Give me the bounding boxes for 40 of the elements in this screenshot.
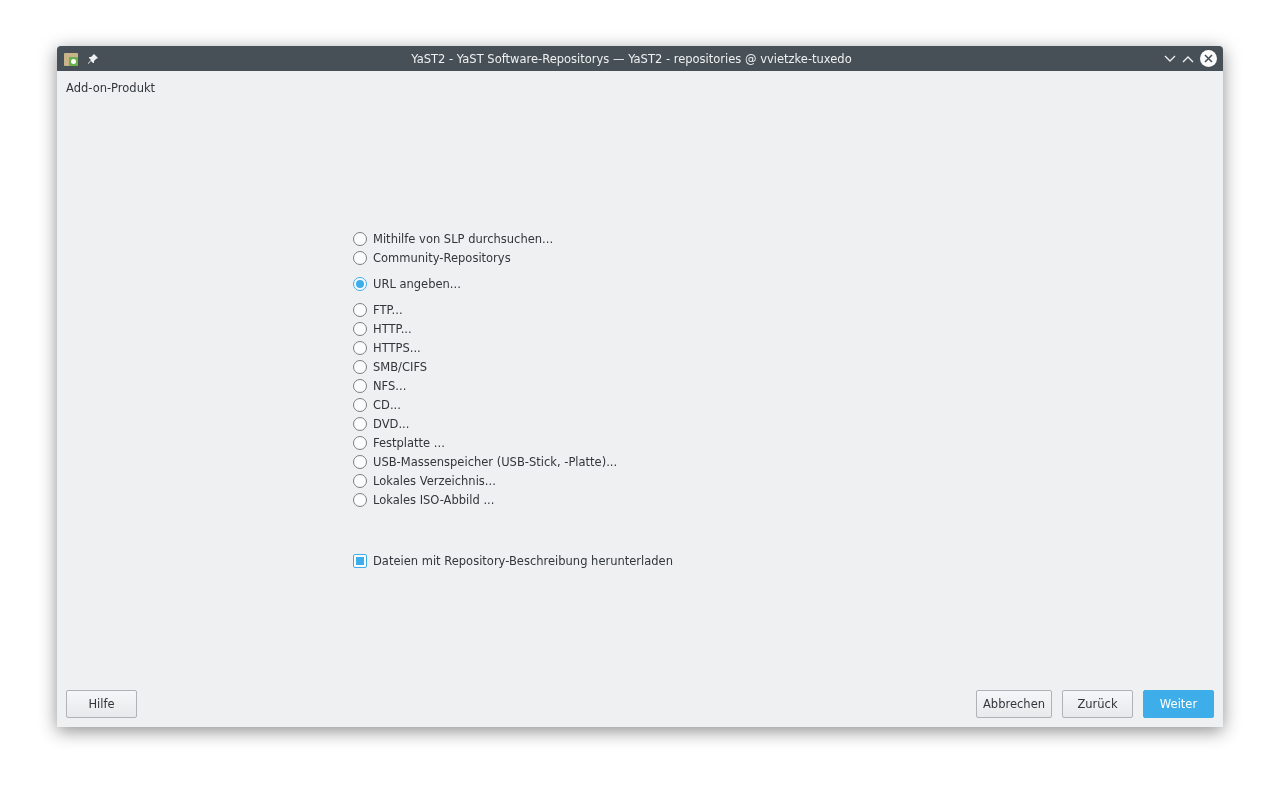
radio-button[interactable] [353, 454, 367, 469]
radio-label[interactable]: Festplatte ... [373, 435, 445, 450]
dialog-button[interactable]: Abbrechen [976, 690, 1052, 718]
radio-label[interactable]: CD... [373, 397, 401, 412]
radio-label[interactable]: HTTPS... [373, 340, 421, 355]
radio-label[interactable]: NFS... [373, 378, 407, 393]
radio-button[interactable] [353, 397, 367, 412]
radio-label[interactable]: FTP... [373, 302, 403, 317]
close-icon[interactable] [1200, 50, 1217, 67]
radio-button[interactable] [353, 276, 367, 291]
radio-button[interactable] [353, 302, 367, 317]
radio-label[interactable]: DVD... [373, 416, 410, 431]
checkbox[interactable] [353, 553, 367, 568]
radio-label[interactable]: HTTP... [373, 321, 412, 336]
radio-button[interactable] [353, 321, 367, 336]
radio-button[interactable] [353, 492, 367, 507]
radio-button[interactable] [353, 435, 367, 450]
radio-button[interactable] [353, 340, 367, 355]
radio-label[interactable]: USB-Massenspeicher (USB-Stick, -Platte)... [373, 454, 618, 469]
radio-button[interactable] [353, 250, 367, 265]
dialog-button[interactable]: Zurück [1062, 690, 1133, 718]
radio-button[interactable] [353, 473, 367, 488]
radio-label[interactable]: Lokales ISO-Abbild ... [373, 492, 495, 507]
radio-button[interactable] [353, 416, 367, 431]
page-heading: Add-on-Produkt [66, 81, 156, 95]
maximize-icon[interactable] [1182, 54, 1194, 63]
dialog-button[interactable]: Hilfe [66, 690, 137, 718]
radio-label[interactable]: SMB/CIFS [373, 359, 428, 374]
radio-button[interactable] [353, 359, 367, 374]
minimize-icon[interactable] [1164, 54, 1176, 63]
radio-label[interactable]: Mithilfe von SLP durchsuchen... [373, 231, 554, 246]
checkbox-label[interactable]: Dateien mit Repository-Beschreibung herunterladen [373, 553, 673, 568]
pin-icon[interactable] [87, 52, 99, 65]
radio-button[interactable] [353, 378, 367, 393]
package-icon [63, 50, 79, 67]
radio-label[interactable]: URL angeben... [373, 276, 461, 291]
radio-label[interactable]: Lokales Verzeichnis... [373, 473, 496, 488]
radio-label[interactable]: Community-Repositorys [373, 250, 511, 265]
radio-button[interactable] [353, 231, 367, 246]
window-title: YaST2 - YaST Software-Repositorys — YaST2 - repositories @ vvietzke-tuxedo [410, 51, 853, 66]
